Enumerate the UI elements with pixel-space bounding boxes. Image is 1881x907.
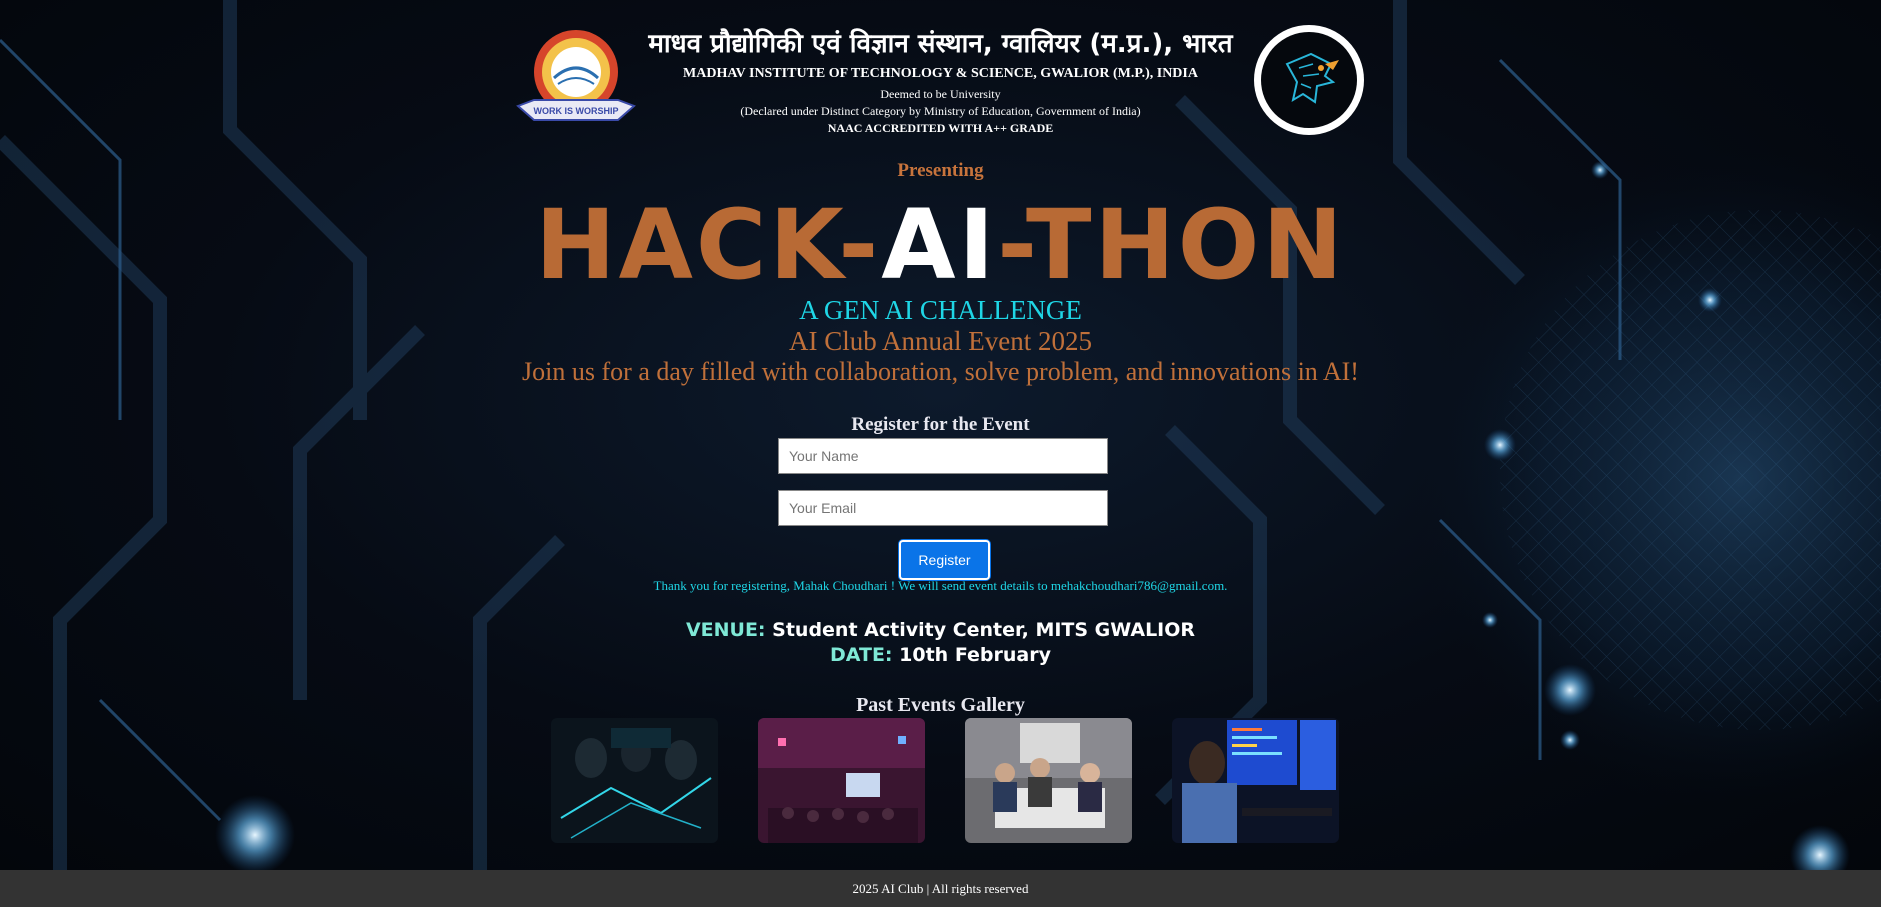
gallery-image-4[interactable]: [1172, 718, 1339, 843]
photo-hackathon-team-icon: [965, 718, 1132, 843]
venue-label: VENUE:: [685, 619, 766, 641]
registration-confirmation: Thank you for registering, Mahak Choudha…: [653, 578, 1228, 593]
photo-neon-hackers-icon: [551, 718, 718, 843]
institute-hindi-name: माधव प्रौद्योगिकी एवं विज्ञान संस्थान, ग…: [648, 29, 1233, 59]
date-label: DATE:: [829, 644, 893, 666]
deemed-text: Deemed to be University: [880, 87, 1001, 101]
presenting-label: Presenting: [897, 160, 984, 181]
event-subtitle: A GEN AI CHALLENGE: [799, 295, 1082, 325]
title-part-ai: AI: [881, 189, 998, 301]
footer: 2025 AI Club | All rights reserved: [0, 870, 1881, 907]
title-part-hack: HACK-: [535, 189, 882, 301]
register-heading: Register for the Event: [851, 414, 1030, 435]
annual-event-text: AI Club Annual Event 2025: [789, 326, 1092, 356]
footer-text: 2025 AI Club | All rights reserved: [852, 881, 1029, 896]
event-title: HACK-AI-THON: [0, 190, 1881, 300]
email-input[interactable]: [778, 490, 1108, 526]
name-input[interactable]: [778, 438, 1108, 474]
venue-value: Student Activity Center, MITS GWALIOR: [772, 619, 1196, 641]
venue-line: VENUE: Student Activity Center, MITS GWA…: [0, 619, 1881, 641]
register-button[interactable]: Register: [899, 540, 990, 580]
photo-event-hall-icon: [758, 718, 925, 843]
institute-english-name: MADHAV INSTITUTE OF TECHNOLOGY & SCIENCE…: [683, 66, 1198, 81]
date-line: DATE: 10th February: [0, 644, 1881, 666]
declared-text: (Declared under Distinct Category by Min…: [740, 104, 1141, 118]
photo-coder-monitors-icon: [1172, 718, 1339, 843]
gallery-image-2[interactable]: [758, 718, 925, 843]
gallery-image-1[interactable]: [551, 718, 718, 843]
naac-text: NAAC ACCREDITED WITH A++ GRADE: [827, 121, 1054, 135]
gallery-image-3[interactable]: [965, 718, 1132, 843]
event-tagline: Join us for a day filled with collaborat…: [522, 357, 1359, 386]
title-part-thon: -THON: [997, 189, 1346, 301]
date-value: 10th February: [899, 644, 1051, 666]
gallery-heading: Past Events Gallery: [856, 694, 1025, 716]
